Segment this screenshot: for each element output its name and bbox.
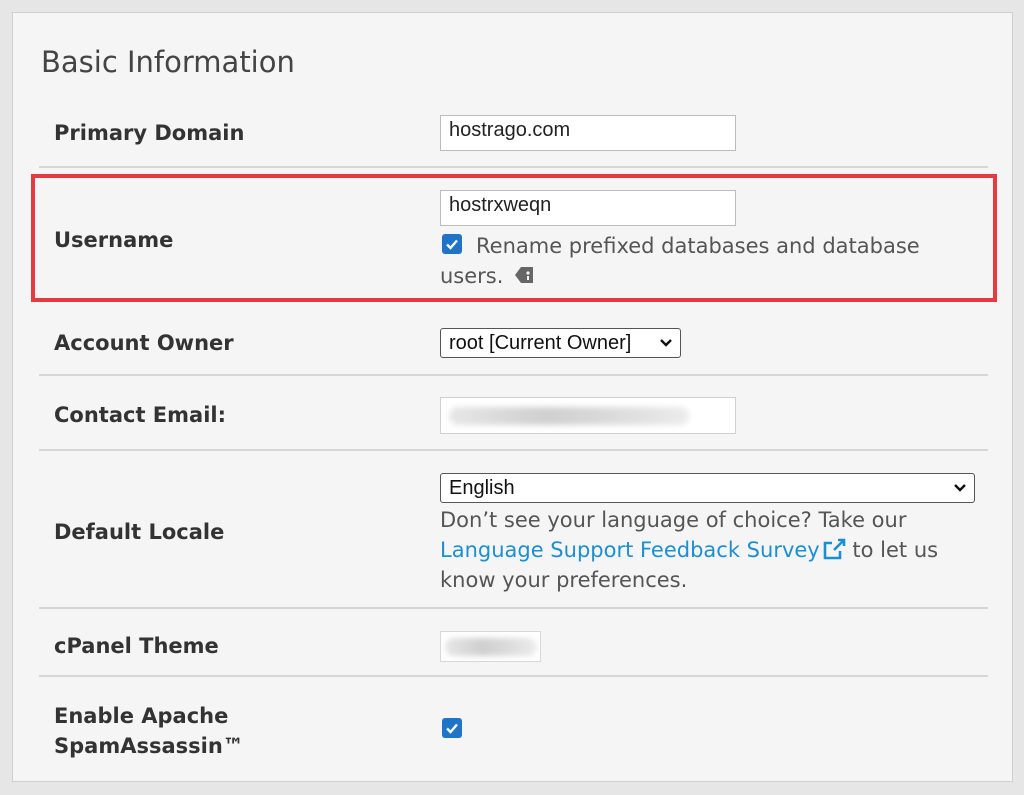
locale-help-line2: Language Support Feedback Survey to let …	[440, 535, 938, 565]
account-owner-selected: root [Current Owner]	[449, 332, 632, 354]
rename-databases-text-line2: users.	[440, 264, 504, 288]
contact-email-label: Contact Email:	[54, 403, 226, 427]
rename-databases-text: Rename prefixed databases and database	[476, 234, 920, 258]
tag-icon[interactable]	[514, 265, 536, 285]
redacted-theme	[445, 638, 537, 656]
language-survey-link[interactable]: Language Support Feedback Survey	[440, 538, 820, 562]
basic-information-panel: Basic Information Primary Domain hostrag…	[12, 12, 1013, 782]
divider	[39, 449, 988, 451]
spamassassin-checkbox[interactable]	[442, 718, 462, 738]
cpanel-theme-select[interactable]	[440, 631, 541, 662]
username-input[interactable]: hostrxweqn	[440, 190, 736, 226]
contact-email-input[interactable]	[440, 397, 736, 434]
spamassassin-label: Enable Apache SpamAssassin™	[54, 701, 244, 761]
rename-databases-checkbox[interactable]	[442, 234, 462, 254]
primary-domain-input[interactable]: hostrago.com	[440, 115, 736, 151]
spamassassin-label-line2: SpamAssassin™	[54, 734, 244, 758]
account-owner-select[interactable]: root [Current Owner]	[440, 328, 681, 358]
spamassassin-label-line1: Enable Apache	[54, 704, 229, 728]
divider	[39, 374, 988, 376]
redacted-email	[449, 407, 689, 425]
chevron-down-icon	[954, 484, 966, 492]
chevron-down-icon	[660, 339, 672, 347]
divider	[39, 166, 988, 168]
checkmark-icon	[446, 239, 458, 250]
locale-help-line3: know your preferences.	[440, 568, 688, 592]
locale-help-after-link: to let us	[852, 538, 939, 562]
rename-databases-text-cont: users.	[440, 261, 536, 291]
cpanel-theme-label: cPanel Theme	[54, 634, 219, 658]
locale-help-line1: Don’t see your language of choice? Take …	[440, 508, 907, 532]
account-owner-label: Account Owner	[54, 331, 234, 355]
default-locale-select[interactable]: English	[440, 473, 975, 503]
external-link-icon[interactable]	[822, 538, 846, 560]
section-title: Basic Information	[41, 45, 295, 79]
divider	[39, 675, 988, 677]
default-locale-selected: English	[449, 477, 515, 499]
primary-domain-label: Primary Domain	[54, 121, 245, 145]
checkmark-icon	[446, 723, 458, 734]
divider	[39, 607, 988, 609]
default-locale-label: Default Locale	[54, 520, 225, 544]
username-label: Username	[54, 228, 174, 252]
